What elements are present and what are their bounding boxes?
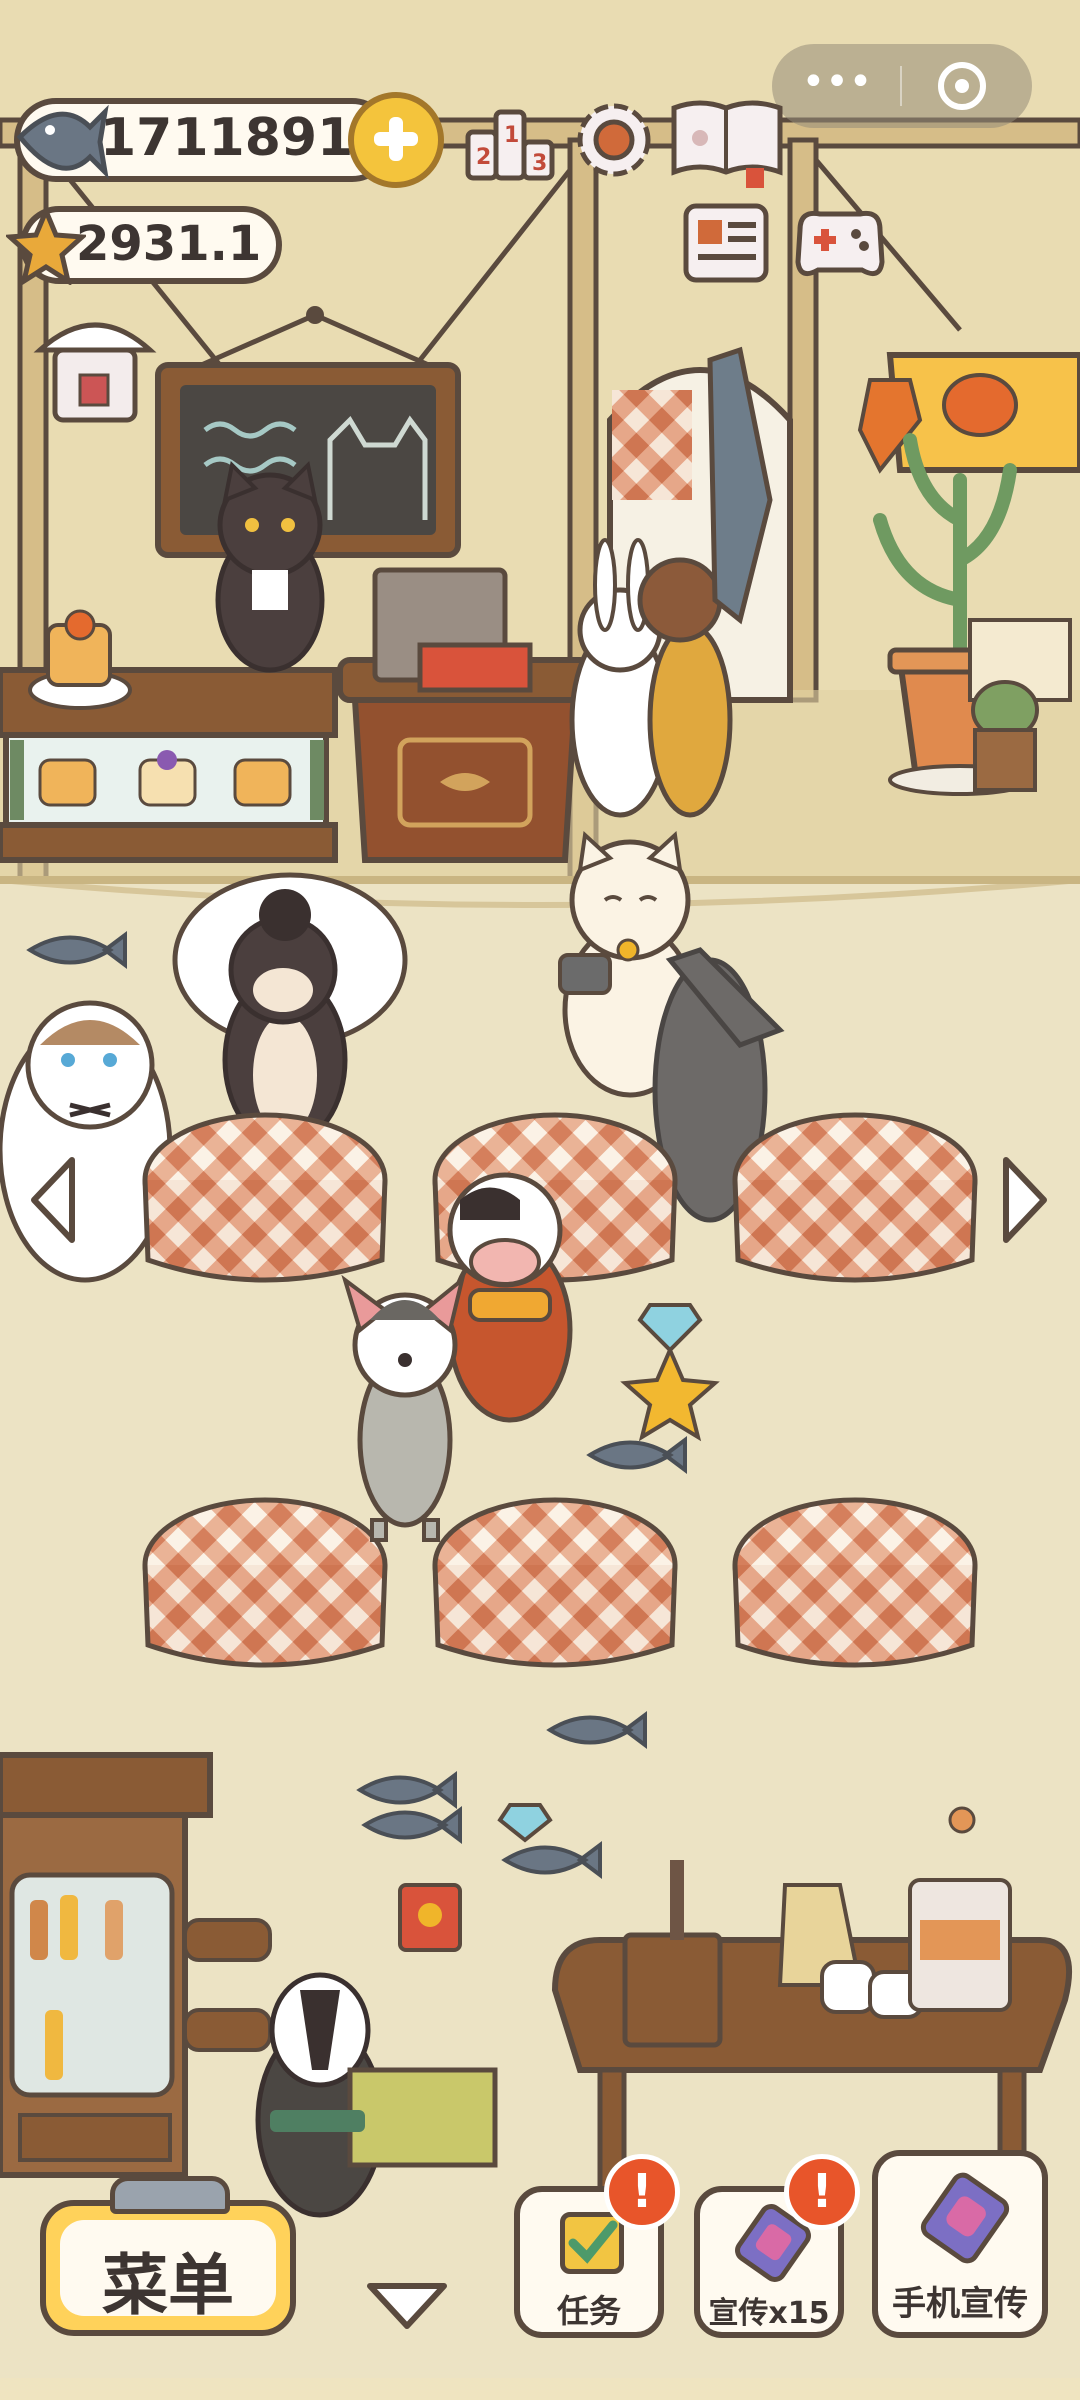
phone-promo-icon [916,2167,1014,2269]
collapse-chevron-down-icon[interactable] [362,2276,452,2336]
scroll-left-arrow[interactable] [20,1150,84,1250]
star-currency-value: 2931.1 [76,216,262,272]
gamepad-icon[interactable] [790,200,890,288]
scroll-right-arrow[interactable] [994,1150,1058,1250]
home-indicator [0,2378,1080,2400]
cow-customer [447,1172,573,1423]
clipboard-clip-icon [110,2176,230,2214]
menu-button[interactable]: 菜单 [40,2200,296,2336]
more-options-icon[interactable]: ••• [792,62,882,110]
add-currency-button[interactable] [348,92,444,188]
table-row-2 [142,1497,978,1668]
star-icon [3,204,89,287]
fish-icon [10,92,110,182]
lantern-event-icon [857,352,1080,474]
ranking-podium-icon[interactable]: 213 [462,98,558,184]
shop-awning-icon [33,322,157,423]
svg-text:1: 1 [504,123,519,148]
settings-gear-icon[interactable] [568,94,660,186]
menu-button-label: 菜单 [102,2247,234,2324]
phone-promo-button[interactable]: 手机宣传 [872,2150,1048,2338]
black-cat-waiter [215,460,325,673]
phone-promo-button-label: 手机宣传 [892,2284,1028,2324]
cafe-scene [0,0,1080,2400]
newspaper-icon[interactable] [680,200,772,288]
capsule-divider [900,66,902,106]
svg-text:3: 3 [532,151,547,176]
fish-currency-value: 1711891 [100,108,354,168]
promo-alert-badge: ! [784,2154,860,2230]
promo-button-label: 宣传x15 [708,2296,830,2331]
checkbox-task-icon [560,2212,624,2274]
table-row-1 [142,1112,978,1283]
tasks-alert-badge: ! [604,2154,680,2230]
svg-text:2: 2 [476,145,491,170]
tasks-button-label: 任务 [556,2292,621,2330]
miniprogram-capsule: ••• [772,44,1032,128]
close-miniprogram-icon[interactable] [938,62,986,110]
paw-book-icon[interactable] [668,92,786,188]
